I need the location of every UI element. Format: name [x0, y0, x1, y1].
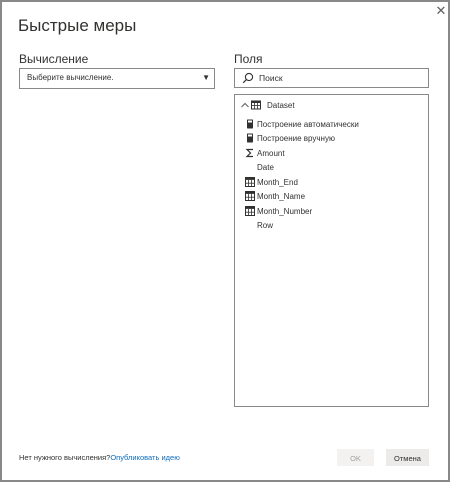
field-label: Month_Number [257, 207, 313, 216]
field-item[interactable]: Date [235, 161, 428, 175]
search-placeholder: Поиск [259, 73, 283, 83]
close-icon[interactable]: ✕ [435, 4, 447, 17]
sigma-icon [245, 148, 253, 158]
field-label: Date [257, 163, 274, 172]
field-item[interactable]: Row [235, 219, 428, 233]
fields-label: Поля [234, 52, 263, 66]
dataset-node[interactable]: Dataset [235, 99, 428, 113]
chevron-up-icon[interactable] [240, 100, 250, 110]
field-item[interactable]: Построение автоматически [235, 118, 428, 132]
field-item[interactable]: Month_End [235, 176, 428, 190]
field-item[interactable]: Построение вручную [235, 132, 428, 146]
footer-help: Нет нужного вычисления?Опубликовать идею [19, 453, 180, 462]
search-icon [242, 72, 254, 84]
table-icon [251, 100, 261, 110]
calculation-select[interactable]: Выберите вычисление. ▼ [19, 68, 215, 89]
field-item[interactable]: Amount [235, 147, 428, 161]
fields-list[interactable]: Dataset Построение автоматически Построе… [234, 94, 429, 407]
field-label: Построение вручную [257, 134, 335, 143]
field-label: Построение автоматически [257, 120, 359, 129]
publish-idea-link[interactable]: Опубликовать идею [110, 453, 180, 462]
date-table-icon [245, 191, 255, 201]
date-table-icon [245, 177, 255, 187]
quick-measures-dialog: ✕ Быстрые меры Вычисление Поля Выберите … [0, 0, 450, 482]
cancel-button[interactable]: Отмена [386, 449, 429, 466]
field-label: Month_Name [257, 192, 306, 201]
calculation-select-value: Выберите вычисление. [27, 73, 114, 82]
footer-question: Нет нужного вычисления? [19, 453, 111, 462]
field-label: Row [257, 221, 274, 230]
field-item[interactable]: Month_Number [235, 205, 428, 219]
chevron-down-icon: ▼ [202, 73, 210, 82]
calculation-label: Вычисление [19, 52, 89, 66]
ok-button[interactable]: OK [337, 449, 374, 466]
date-table-icon [245, 206, 255, 216]
calculator-icon [247, 133, 253, 143]
field-label: Month_End [257, 178, 298, 187]
field-item[interactable]: Month_Name [235, 190, 428, 204]
calculator-icon [247, 119, 253, 129]
field-label: Amount [257, 149, 285, 158]
dialog-title: Быстрые меры [18, 16, 137, 35]
fields-search-input[interactable]: Поиск [234, 68, 429, 88]
dataset-label: Dataset [267, 101, 295, 110]
